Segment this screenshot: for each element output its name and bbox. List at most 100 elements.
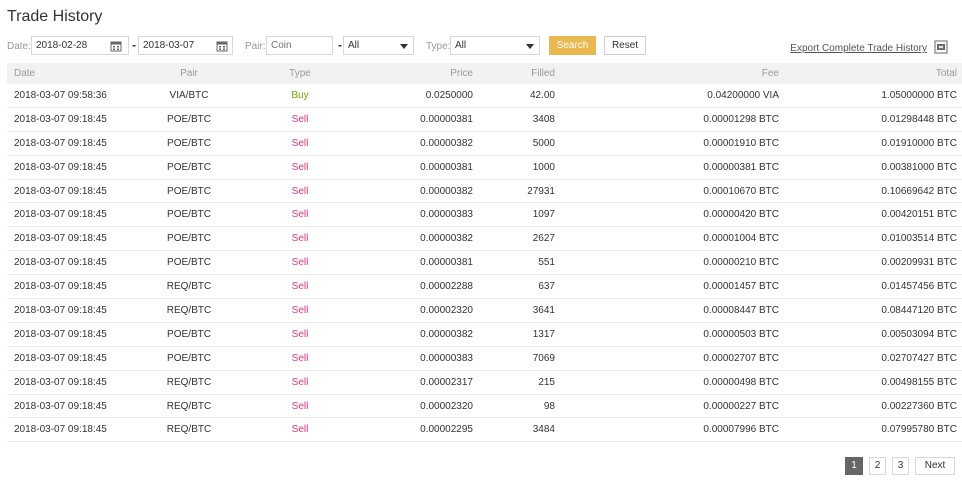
cell-pair: REQ/BTC — [134, 417, 244, 443]
header-filled: Filled — [531, 68, 555, 79]
cell-total: 0.00503094 BTC — [779, 322, 962, 347]
cell-pair: POE/BTC — [134, 202, 244, 228]
search-button[interactable]: Search — [549, 36, 596, 55]
cell-fee: 0.00000227 BTC — [555, 394, 779, 419]
chevron-down-icon — [526, 44, 534, 49]
cell-date: 2018-03-07 09:18:45 — [7, 370, 134, 395]
page-button-1[interactable]: 1 — [845, 457, 863, 475]
cell-type: Sell — [244, 370, 356, 395]
cell-total: 0.10669642 BTC — [779, 179, 962, 204]
cell-fee: 0.00000210 BTC — [555, 250, 779, 276]
cell-fee: 0.00001004 BTC — [555, 226, 779, 252]
cell-fee: 0.00002707 BTC — [555, 346, 779, 371]
page-button-2[interactable]: 2 — [869, 457, 886, 475]
cell-fee: 0.00000498 BTC — [555, 370, 779, 395]
cell-pair: POE/BTC — [134, 250, 244, 276]
pair-label: Pair: — [245, 41, 266, 52]
coin-input[interactable] — [266, 36, 333, 55]
cell-filled: 215 — [473, 370, 555, 395]
cell-total: 0.02707427 BTC — [779, 346, 962, 371]
cell-type: Buy — [244, 84, 356, 108]
calendar-icon[interactable] — [110, 40, 122, 52]
cell-type: Sell — [244, 202, 356, 228]
date-from-input[interactable]: 2018-02-28 — [31, 36, 129, 55]
header-type: Type — [289, 68, 311, 79]
cell-pair: POE/BTC — [134, 346, 244, 371]
page-title: Trade History — [7, 7, 103, 25]
cell-type: Sell — [244, 274, 356, 300]
page-button-3[interactable]: 3 — [892, 457, 909, 475]
cell-pair: POE/BTC — [134, 107, 244, 132]
cell-total: 0.07995780 BTC — [779, 417, 962, 443]
cell-date: 2018-03-07 09:18:45 — [7, 322, 134, 347]
table-row: 2018-03-07 09:18:45 POE/BTC Sell 0.00000383… — [7, 346, 962, 371]
cell-type: Sell — [244, 226, 356, 252]
date-to-input[interactable]: 2018-03-07 — [138, 36, 233, 55]
cell-date: 2018-03-07 09:18:45 — [7, 179, 134, 204]
table-row: 2018-03-07 09:18:45 REQ/BTC Sell 0.00002317… — [7, 370, 962, 395]
cell-total: 0.00209931 BTC — [779, 250, 962, 276]
next-button[interactable]: Next — [915, 457, 955, 475]
cell-pair: VIA/BTC — [134, 84, 244, 108]
export-icon[interactable] — [933, 40, 949, 54]
cell-fee: 0.00010670 BTC — [555, 179, 779, 204]
cell-type: Sell — [244, 322, 356, 347]
table-row: 2018-03-07 09:18:45 REQ/BTC Sell 0.00002320… — [7, 298, 962, 323]
cell-date: 2018-03-07 09:18:45 — [7, 107, 134, 132]
cell-fee: 0.00000381 BTC — [555, 155, 779, 180]
cell-fee: 0.00007996 BTC — [555, 417, 779, 443]
cell-price: 0.00000382 — [356, 179, 473, 204]
cell-date: 2018-03-07 09:18:45 — [7, 250, 134, 276]
cell-price: 0.00000382 — [356, 131, 473, 156]
cell-date: 2018-03-07 09:58:36 — [7, 84, 134, 108]
cell-date: 2018-03-07 09:18:45 — [7, 417, 134, 443]
type-select[interactable]: All — [450, 36, 540, 55]
calendar-icon[interactable] — [216, 40, 228, 52]
date-to-value: 2018-03-07 — [143, 40, 195, 51]
cell-price: 0.00002320 — [356, 298, 473, 323]
cell-filled: 7069 — [473, 346, 555, 371]
cell-price: 0.00002317 — [356, 370, 473, 395]
cell-type: Sell — [244, 155, 356, 180]
header-price: Price — [450, 68, 473, 79]
cell-date: 2018-03-07 09:18:45 — [7, 226, 134, 252]
table-row: 2018-03-07 09:18:45 POE/BTC Sell 0.00000382… — [7, 131, 962, 156]
cell-pair: POE/BTC — [134, 155, 244, 180]
cell-fee: 0.00001910 BTC — [555, 131, 779, 156]
cell-type: Sell — [244, 131, 356, 156]
cell-pair: REQ/BTC — [134, 274, 244, 300]
cell-date: 2018-03-07 09:18:45 — [7, 346, 134, 371]
cell-date: 2018-03-07 09:18:45 — [7, 202, 134, 228]
cell-price: 0.00000383 — [356, 202, 473, 228]
cell-type: Sell — [244, 298, 356, 323]
table-row: 2018-03-07 09:18:45 REQ/BTC Sell 0.00002288… — [7, 274, 962, 300]
cell-price: 0.00002320 — [356, 394, 473, 419]
cell-type: Sell — [244, 394, 356, 419]
table-row: 2018-03-07 09:18:45 POE/BTC Sell 0.00000383… — [7, 202, 962, 228]
cell-price: 0.00002288 — [356, 274, 473, 300]
cell-total: 0.00420151 BTC — [779, 202, 962, 228]
quote-select[interactable]: All — [343, 36, 414, 55]
cell-pair: POE/BTC — [134, 131, 244, 156]
filter-bar: Date: 2018-02-28 - 2018-03-07 Pair: - Al… — [0, 35, 962, 57]
pagination: 1 2 3 Next — [845, 457, 955, 475]
cell-price: 0.00000382 — [356, 322, 473, 347]
table-row: 2018-03-07 09:18:45 POE/BTC Sell 0.00000382… — [7, 179, 962, 204]
cell-type: Sell — [244, 250, 356, 276]
cell-fee: 0.00008447 BTC — [555, 298, 779, 323]
table-header-row: Date Pair Type Price Filled Fee Total — [7, 63, 962, 84]
cell-filled: 637 — [473, 274, 555, 300]
export-link[interactable]: Export Complete Trade History — [790, 43, 927, 54]
chevron-down-icon — [400, 44, 408, 49]
cell-filled: 3408 — [473, 107, 555, 132]
cell-price: 0.00002295 — [356, 417, 473, 443]
table-row: 2018-03-07 09:18:45 POE/BTC Sell 0.00000381… — [7, 155, 962, 180]
header-fee: Fee — [761, 68, 779, 79]
reset-button[interactable]: Reset — [604, 36, 646, 55]
cell-price: 0.00000381 — [356, 250, 473, 276]
cell-date: 2018-03-07 09:18:45 — [7, 155, 134, 180]
cell-type: Sell — [244, 346, 356, 371]
table-row: 2018-03-07 09:58:36 VIA/BTC Buy 0.0250000 42… — [7, 84, 962, 108]
date-label: Date: — [7, 41, 31, 52]
cell-price: 0.00000382 — [356, 226, 473, 252]
